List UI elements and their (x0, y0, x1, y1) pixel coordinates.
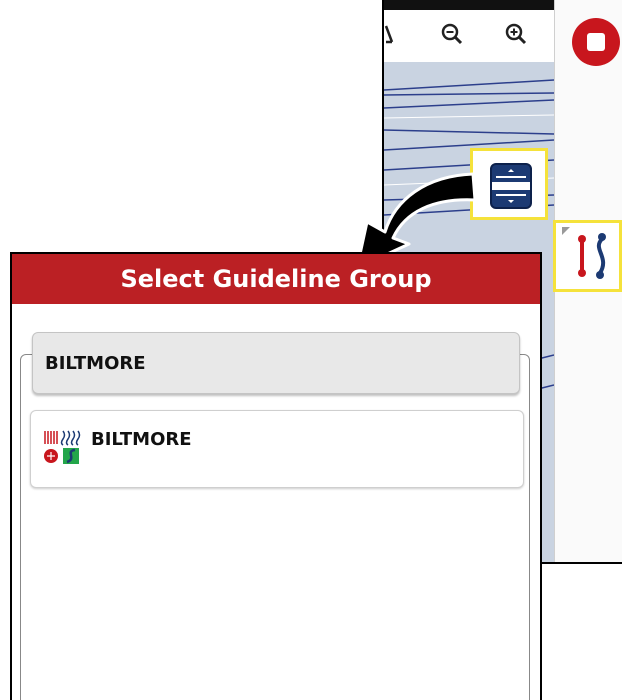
zoom-in-icon[interactable] (502, 20, 530, 48)
group-frame (20, 354, 530, 700)
stop-icon[interactable] (572, 18, 620, 66)
guideline-pattern-tool-icon (562, 227, 606, 279)
list-item[interactable]: BILTMORE (30, 410, 524, 488)
guideline-stack-icon (490, 163, 532, 209)
partial-toolbar-icon[interactable] (384, 20, 412, 48)
guideline-pattern-icon (44, 430, 81, 464)
group-header-button[interactable]: BILTMORE (32, 332, 520, 394)
list-item-label: BILTMORE (91, 429, 192, 450)
group-header-label: BILTMORE (45, 352, 146, 374)
zoom-out-icon[interactable] (438, 20, 466, 48)
line-type-button[interactable] (553, 220, 622, 292)
select-guideline-group-dialog: Select Guideline Group BILTMORE BILTMORE (10, 252, 542, 700)
dialog-title: Select Guideline Group (12, 254, 540, 304)
